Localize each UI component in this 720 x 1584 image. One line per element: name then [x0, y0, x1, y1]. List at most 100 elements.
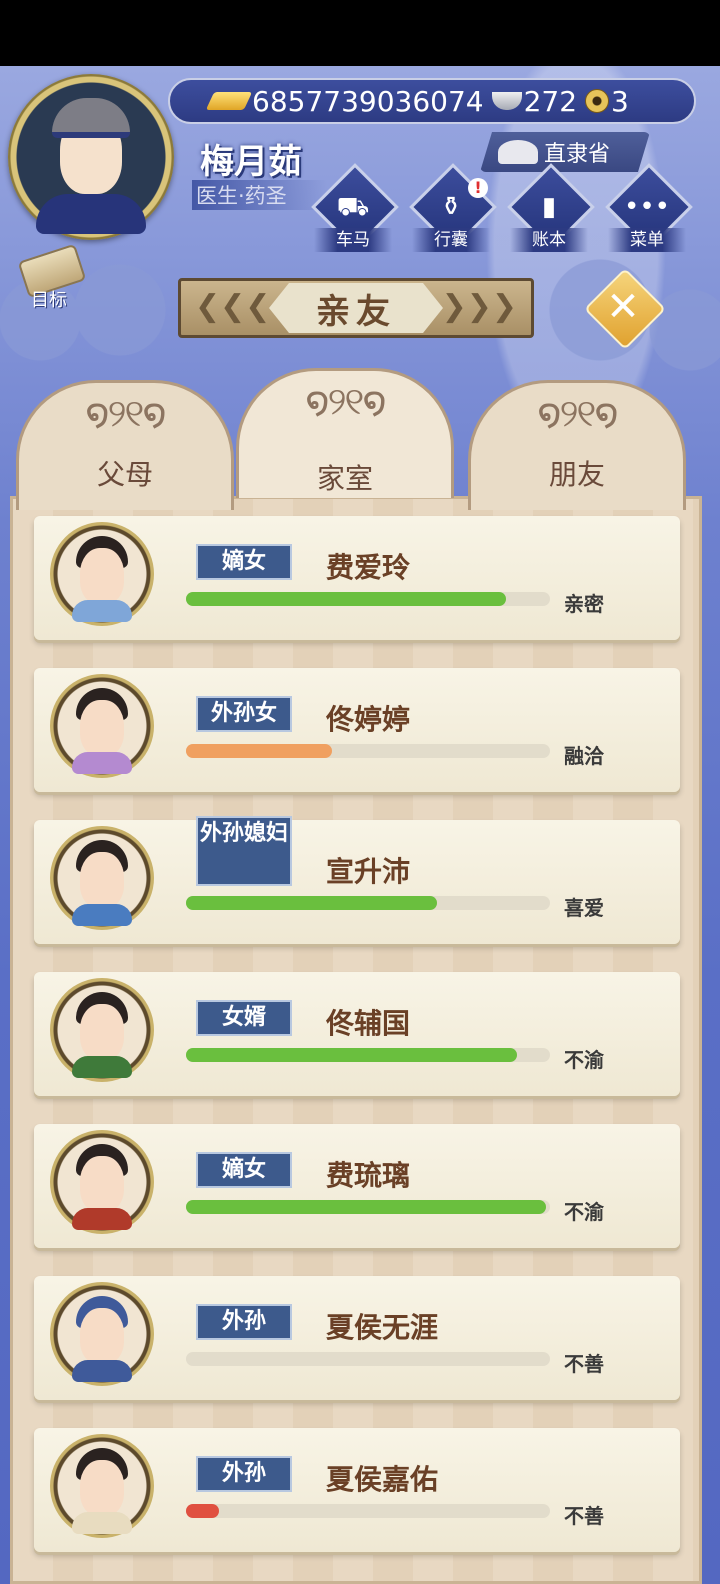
- goal-label: 目标: [31, 290, 67, 311]
- tab-friends-label: 朋友: [548, 458, 605, 491]
- affinity-bar: [186, 744, 550, 758]
- affinity-fill: [186, 1504, 219, 1518]
- relative-card[interactable]: 嫡女 费琉璃 不渝: [34, 1124, 680, 1248]
- relative-card[interactable]: 外孙媳妇 宣升沛 喜爱: [34, 816, 680, 944]
- status-bar: [0, 0, 720, 66]
- affinity-status: 喜爱: [564, 896, 604, 920]
- affinity-bar: [186, 896, 550, 910]
- player-title: 医生·药圣: [192, 180, 327, 210]
- silver-amount: 272: [523, 84, 578, 118]
- carriage-icon: ⛟: [336, 192, 370, 222]
- portrait-robe: [72, 904, 132, 926]
- ledger-label: 账本: [510, 228, 588, 252]
- affinity-status: 融洽: [564, 744, 604, 768]
- affinity-bar: [186, 1200, 550, 1214]
- right-chevron-ornament: ❯❯❯: [441, 289, 517, 324]
- portrait-face: [80, 700, 124, 756]
- affinity-fill: [186, 592, 507, 606]
- relation-tag: 嫡女: [196, 1152, 292, 1188]
- menu-label: 菜单: [608, 228, 686, 252]
- relation-tag: 外孙女: [196, 696, 292, 732]
- cloud-ornament-icon: ໑୨୧໑: [85, 391, 166, 435]
- portrait-face: [80, 1004, 124, 1060]
- portrait-robe: [72, 1360, 132, 1382]
- goal-button[interactable]: 目标: [12, 243, 87, 312]
- ledger-button[interactable]: ▮ 账本: [506, 163, 595, 254]
- portrait-face: [80, 1156, 124, 1212]
- affinity-bar: [186, 1048, 550, 1062]
- relative-portrait: [50, 1434, 154, 1538]
- panel-title-banner: ❮❮❮ ❯❯❯ 亲友: [178, 278, 534, 338]
- relative-card[interactable]: 外孙 夏侯嘉佑 不善: [34, 1428, 680, 1552]
- silver-ingot-icon: [491, 92, 522, 110]
- cloud-ornament-icon: ໑୨୧໑: [537, 391, 618, 435]
- tab-parents[interactable]: ໑୨୧໑ 父母: [16, 380, 234, 510]
- affinity-bar: [186, 1352, 550, 1366]
- relation-tag: 女婿: [196, 1000, 292, 1036]
- relative-card[interactable]: 嫡女 费爱玲 亲密: [34, 516, 680, 640]
- player-avatar[interactable]: [8, 74, 174, 240]
- portrait-face: [80, 852, 124, 908]
- relative-portrait: [50, 674, 154, 778]
- relative-name: 夏侯嘉佑: [326, 1463, 439, 1496]
- gold-ingot-icon: [205, 92, 253, 110]
- relation-tag: 外孙: [196, 1304, 292, 1340]
- tab-parents-label: 父母: [96, 458, 153, 491]
- portrait-face: [80, 1308, 124, 1364]
- coin-amount: 3: [611, 84, 629, 118]
- gold-amount: 6857739036074: [252, 84, 484, 118]
- affinity-fill: [186, 896, 438, 910]
- relative-name: 夏侯无涯: [326, 1311, 439, 1344]
- left-chevron-ornament: ❮❮❮: [195, 289, 271, 324]
- relative-name: 佟婷婷: [326, 703, 411, 736]
- relative-portrait: [50, 826, 154, 930]
- relative-portrait: [50, 522, 154, 626]
- portrait-robe: [72, 1512, 132, 1534]
- location-button[interactable]: 直隶省: [480, 132, 650, 172]
- bag-button[interactable]: ⚱ ! 行囊: [408, 163, 497, 254]
- avatar-robe: [36, 194, 146, 234]
- tab-family-label: 家室: [316, 462, 373, 495]
- relative-name: 费琉璃: [326, 1159, 411, 1192]
- panel-title: 亲友: [269, 283, 443, 333]
- affinity-status: 不善: [564, 1504, 604, 1528]
- portrait-robe: [72, 1208, 132, 1230]
- affinity-bar: [186, 1504, 550, 1518]
- ellipsis-icon: •••: [623, 192, 670, 222]
- relative-card[interactable]: 外孙 夏侯无涯 不善: [34, 1276, 680, 1400]
- portrait-robe: [72, 1056, 132, 1078]
- relative-portrait: [50, 978, 154, 1082]
- currency-bar: 6857739036074 272 3: [168, 78, 696, 124]
- portrait-face: [80, 1460, 124, 1516]
- relation-tag: 外孙: [196, 1456, 292, 1492]
- portrait-face: [80, 548, 124, 604]
- tab-family[interactable]: ໑୨୧໑ 家室: [236, 368, 454, 498]
- relative-name: 佟辅国: [326, 1007, 411, 1040]
- portrait-robe: [72, 752, 132, 774]
- bag-label: 行囊: [412, 228, 490, 252]
- relative-card[interactable]: 女婿 佟辅国 不渝: [34, 972, 680, 1096]
- portrait-robe: [72, 600, 132, 622]
- affinity-fill: [186, 1200, 547, 1214]
- affinity-fill: [186, 744, 332, 758]
- carriage-label: 车马: [314, 228, 392, 252]
- avatar-hat: [52, 98, 130, 138]
- location-label: 直隶省: [544, 142, 611, 167]
- relative-portrait: [50, 1130, 154, 1234]
- cloud-ornament-icon: ໑୨୧໑: [305, 379, 386, 423]
- relative-portrait: [50, 1282, 154, 1386]
- copper-coin-icon: [585, 89, 610, 113]
- affinity-status: 亲密: [564, 592, 604, 616]
- ledger-icon: ▮: [541, 192, 557, 222]
- menu-button[interactable]: ••• 菜单: [604, 163, 693, 254]
- affinity-bar: [186, 592, 550, 606]
- affinity-status: 不善: [564, 1352, 604, 1376]
- affinity-status: 不渝: [564, 1048, 604, 1072]
- tab-friends[interactable]: ໑୨୧໑ 朋友: [468, 380, 686, 510]
- carriage-button[interactable]: ⛟ 车马: [310, 163, 399, 254]
- official-hat-icon: [498, 140, 538, 164]
- relative-card[interactable]: 外孙女 佟婷婷 融洽: [34, 668, 680, 792]
- relation-tag: 嫡女: [196, 544, 292, 580]
- relative-name: 宣升沛: [326, 855, 411, 888]
- player-name: 梅月茹: [200, 142, 302, 182]
